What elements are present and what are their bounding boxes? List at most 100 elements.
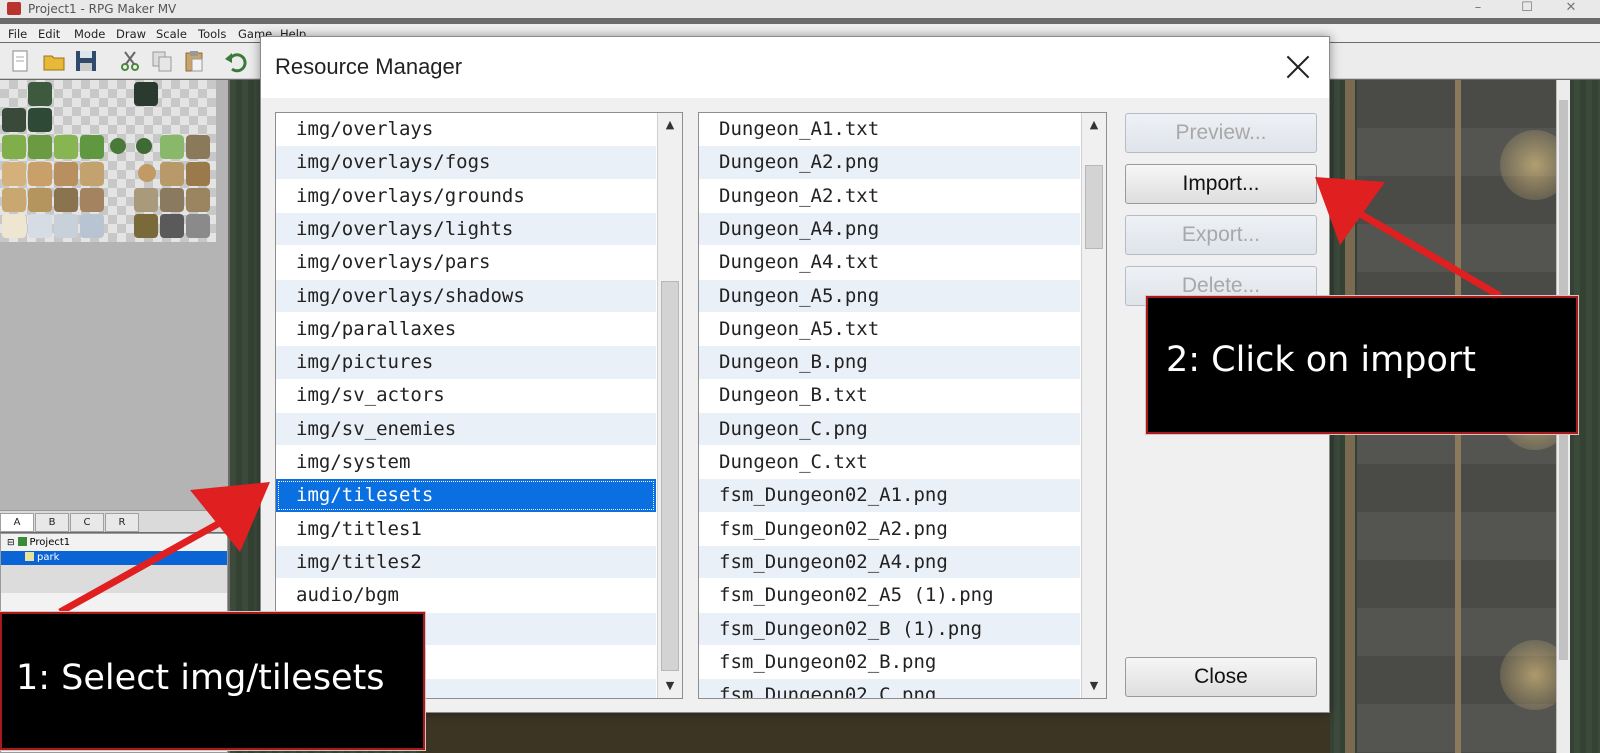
tile[interactable] xyxy=(186,214,210,238)
file-list-item[interactable]: fsm_Dungeon02_A4.png xyxy=(699,545,1080,579)
tile[interactable] xyxy=(134,188,158,212)
tile[interactable] xyxy=(28,162,52,186)
preview-button[interactable]: Preview... xyxy=(1125,113,1317,153)
collapse-icon[interactable]: ⊟ xyxy=(7,538,15,548)
tile[interactable] xyxy=(160,162,184,186)
menu-tools[interactable]: Tools xyxy=(198,27,226,41)
file-list-item[interactable]: fsm_Dungeon02_C.png xyxy=(699,679,1080,698)
tile[interactable] xyxy=(186,135,210,159)
file-list-scroll-thumb[interactable] xyxy=(1085,165,1103,249)
folder-list-item[interactable]: img/pictures xyxy=(276,346,656,379)
file-list-item[interactable]: fsm_Dungeon02_B.png xyxy=(699,646,1080,679)
tile[interactable] xyxy=(160,188,184,212)
file-list-item[interactable]: Dungeon_A5.png xyxy=(699,279,1080,313)
file-list-item[interactable]: Dungeon_C.txt xyxy=(699,446,1080,479)
export-button[interactable]: Export... xyxy=(1125,215,1317,255)
tile[interactable] xyxy=(80,188,104,212)
copy-icon[interactable] xyxy=(150,49,174,73)
file-list-item[interactable]: fsm_Dungeon02_B (1).png xyxy=(699,612,1080,646)
close-icon[interactable] xyxy=(1281,50,1315,84)
folder-list-item[interactable]: audio/bgm xyxy=(276,579,656,612)
close-window-icon[interactable]: ✕ xyxy=(1551,0,1591,18)
open-project-icon[interactable] xyxy=(42,49,66,73)
cut-icon[interactable] xyxy=(118,49,142,73)
tile[interactable] xyxy=(54,214,78,238)
folder-list-item[interactable]: img/titles1 xyxy=(276,513,656,546)
tile[interactable] xyxy=(110,138,126,154)
tile[interactable] xyxy=(160,214,184,238)
folder-list-item[interactable]: img/parallaxes xyxy=(276,313,656,346)
tile[interactable] xyxy=(54,135,78,159)
tile[interactable] xyxy=(28,108,52,132)
tab-a[interactable]: A xyxy=(0,513,34,532)
scroll-up-icon[interactable]: ▲ xyxy=(1082,113,1106,137)
tile[interactable] xyxy=(54,162,78,186)
folder-list-item[interactable]: img/titles2 xyxy=(276,545,656,579)
tile[interactable] xyxy=(28,135,52,159)
save-project-icon[interactable] xyxy=(74,49,98,73)
tile[interactable] xyxy=(138,164,156,182)
tile[interactable] xyxy=(186,162,210,186)
file-list-item[interactable]: Dungeon_A5.txt xyxy=(699,313,1080,346)
tile[interactable] xyxy=(28,82,52,106)
new-project-icon[interactable] xyxy=(8,49,32,73)
tile[interactable] xyxy=(134,82,158,106)
tree-item-project[interactable]: ⊟ Project1 xyxy=(1,536,227,550)
file-list-item[interactable]: Dungeon_A4.txt xyxy=(699,246,1080,279)
tile[interactable] xyxy=(80,135,104,159)
tile[interactable] xyxy=(80,214,104,238)
tile[interactable] xyxy=(28,214,52,238)
file-list[interactable]: fsm_Dungeon02_C.png fsm_Dungeon02_B.png fs… xyxy=(698,112,1107,699)
menu-mode[interactable]: Mode xyxy=(74,27,105,41)
file-list-item[interactable]: fsm_Dungeon02_A2.png xyxy=(699,513,1080,546)
file-list-item[interactable]: Dungeon_B.png xyxy=(699,346,1080,379)
close-button[interactable]: Close xyxy=(1125,657,1317,697)
tile[interactable] xyxy=(2,214,26,238)
folder-list-item[interactable]: img/tilesets xyxy=(276,479,656,512)
folder-list-item[interactable]: img/overlays/grounds xyxy=(276,180,656,213)
folder-list-item[interactable]: img/system xyxy=(276,446,656,479)
folder-list-item[interactable]: img/overlays xyxy=(276,113,656,146)
tile[interactable] xyxy=(136,138,152,154)
file-list-scrollbar[interactable]: ▲ ▼ xyxy=(1081,113,1106,698)
folder-list-item[interactable]: img/overlays/shadows xyxy=(276,279,656,313)
tile[interactable] xyxy=(134,214,158,238)
file-list-item[interactable]: Dungeon_A4.png xyxy=(699,212,1080,246)
menu-edit[interactable]: Edit xyxy=(38,27,60,41)
file-list-item[interactable]: Dungeon_A2.png xyxy=(699,146,1080,179)
folder-list-item[interactable]: img/overlays/lights xyxy=(276,212,656,246)
file-list-item[interactable]: Dungeon_B.txt xyxy=(699,379,1080,412)
tab-c[interactable]: C xyxy=(70,513,104,532)
folder-list[interactable]: audio/bgm img/titles2 img/titles1 img/tiles… xyxy=(275,112,683,699)
menu-file[interactable]: File xyxy=(8,27,27,41)
tile[interactable] xyxy=(2,188,26,212)
undo-icon[interactable] xyxy=(224,49,248,73)
file-list-item[interactable]: fsm_Dungeon02_A1.png xyxy=(699,479,1080,512)
scroll-down-icon[interactable]: ▼ xyxy=(1082,674,1106,698)
minimize-icon[interactable]: – xyxy=(1458,0,1498,18)
folder-list-item[interactable]: img/sv_actors xyxy=(276,379,656,412)
folder-list-item[interactable]: img/overlays/fogs xyxy=(276,146,656,179)
file-list-item[interactable]: Dungeon_A1.txt xyxy=(699,113,1080,146)
tile[interactable] xyxy=(160,135,184,159)
tile[interactable] xyxy=(80,162,104,186)
tab-r[interactable]: R xyxy=(105,513,139,532)
file-list-item[interactable]: fsm_Dungeon02_A5 (1).png xyxy=(699,579,1080,612)
folder-list-item[interactable]: img/sv_enemies xyxy=(276,412,656,446)
folder-list-item[interactable]: img/overlays/pars xyxy=(276,246,656,279)
tile-palette[interactable] xyxy=(0,80,228,510)
file-list-item[interactable]: Dungeon_C.png xyxy=(699,412,1080,446)
tile[interactable] xyxy=(2,108,26,132)
tile[interactable] xyxy=(28,188,52,212)
tile[interactable] xyxy=(2,135,26,159)
file-list-item[interactable]: Dungeon_A2.txt xyxy=(699,180,1080,213)
scroll-up-icon[interactable]: ▲ xyxy=(658,113,682,137)
tab-b[interactable]: B xyxy=(35,513,69,532)
import-button[interactable]: Import... xyxy=(1125,164,1317,204)
paste-icon[interactable] xyxy=(182,49,206,73)
tile[interactable] xyxy=(2,162,26,186)
menu-draw[interactable]: Draw xyxy=(116,27,146,41)
scroll-down-icon[interactable]: ▼ xyxy=(658,674,682,698)
tree-item-park[interactable]: park xyxy=(1,551,227,565)
maximize-icon[interactable]: ☐ xyxy=(1507,0,1547,18)
